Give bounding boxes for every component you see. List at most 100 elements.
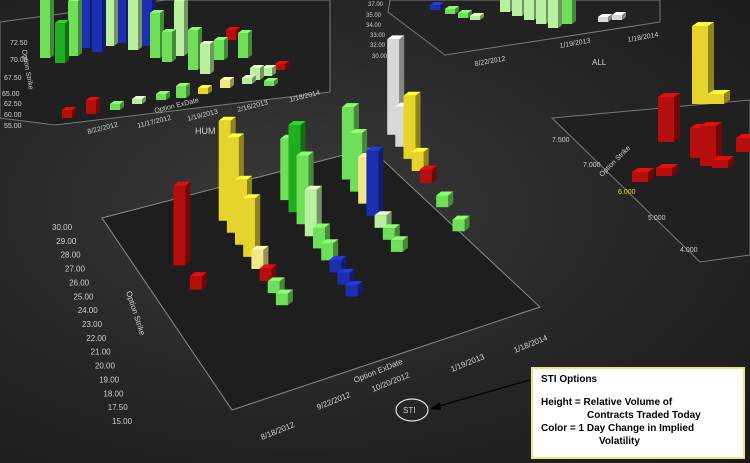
sti-y-tick: 28.00 <box>61 251 82 260</box>
right-bar <box>736 134 750 152</box>
sti-y-tick: 22.00 <box>86 334 107 343</box>
bar-front <box>548 0 558 28</box>
sti-y-tick: 23.00 <box>82 320 103 329</box>
bar-side <box>96 97 100 114</box>
bar-front <box>598 17 608 22</box>
bar-side <box>138 0 142 50</box>
hum-bar <box>62 107 76 118</box>
bar-side <box>78 0 82 56</box>
legend-height-line2: Contracts Traded Today <box>587 410 701 421</box>
right-y-tick: 4.000 <box>680 247 698 254</box>
bar-front <box>321 243 334 261</box>
bar-front <box>419 169 432 183</box>
all-y-tick: 32.00 <box>370 43 386 49</box>
bar-side <box>558 0 562 28</box>
sti-bar <box>390 236 408 252</box>
sti-y-tick: 15.00 <box>112 417 133 426</box>
bar-side <box>184 0 188 56</box>
all-x-tick: 8/22/2012 <box>474 56 506 68</box>
bar-front <box>445 9 455 14</box>
all-y-tick: 33.00 <box>370 33 386 39</box>
bar-front <box>242 78 252 84</box>
sti-y-tick: 17.50 <box>108 403 129 412</box>
bar-front <box>632 172 648 182</box>
sti-bar <box>345 281 363 297</box>
bar-front <box>692 26 708 104</box>
bar-front <box>156 94 166 100</box>
sti-x-tick: 9/22/2012 <box>315 390 352 412</box>
bar-front <box>86 100 96 114</box>
bar-front <box>382 228 395 240</box>
all-bar <box>548 0 562 28</box>
hum-bar <box>40 0 54 58</box>
bar-front <box>436 195 449 208</box>
right-bar <box>658 93 680 142</box>
bar-front <box>238 33 248 58</box>
bar-front <box>220 80 230 88</box>
bar-side <box>185 181 191 266</box>
all-label: ALL <box>592 58 607 67</box>
sti-y-tick: 21.00 <box>91 348 112 357</box>
bar-front <box>374 215 387 228</box>
sti-bar <box>436 191 454 208</box>
sti-y-axis: 30.00 29.00 28.00 27.00 26.00 25.00 24.00 23.00… <box>52 223 133 426</box>
bar-side <box>50 0 54 58</box>
bar-front <box>736 138 750 152</box>
sti-x-tick: 1/18/2014 <box>512 333 549 355</box>
bar-front <box>366 150 379 216</box>
bar-front <box>173 185 186 266</box>
bar-side <box>172 29 176 62</box>
bar-front <box>275 64 285 70</box>
hum-bar <box>174 0 188 56</box>
right-bar <box>692 22 714 104</box>
right-chart: 7.500 7.000 6.000 5.000 4.000 Option Str… <box>550 22 750 263</box>
bar-front <box>337 272 350 285</box>
all-bar <box>562 0 576 24</box>
hum-bar <box>128 0 142 50</box>
hum-label: HUM <box>195 126 216 136</box>
bar-front <box>267 281 280 294</box>
sti-y-tick: 24.00 <box>78 306 99 315</box>
hum-bar <box>176 83 190 98</box>
bar-front <box>62 110 72 118</box>
all-chart: 37.00 35.00 34.00 33.00 32.00 30.00 8/22… <box>366 0 661 68</box>
annotation-arrowhead <box>430 402 441 410</box>
all-y-tick: 37.00 <box>368 2 384 8</box>
bar-front <box>390 240 403 252</box>
bar-front <box>452 219 465 232</box>
sti-label: STI <box>403 406 415 415</box>
all-y-tick: 35.00 <box>366 13 382 19</box>
bar-front <box>345 285 358 297</box>
hum-bar <box>150 10 164 58</box>
hum-y-tick: 55.00 <box>4 123 22 130</box>
sti-bar <box>275 289 293 306</box>
all-bar <box>500 0 514 12</box>
hum-y-tick: 67.50 <box>4 75 22 82</box>
all-x-tick: 1/18/2014 <box>627 32 659 44</box>
sti-y-tick: 18.00 <box>103 389 124 398</box>
hum-bar <box>162 29 176 62</box>
bar-front <box>708 94 724 104</box>
bar-front <box>132 99 142 104</box>
sti-y-tick: 25.00 <box>73 292 94 301</box>
bar-front <box>68 1 78 56</box>
all-bar <box>536 0 550 24</box>
hum-bar <box>68 0 82 56</box>
hum-bar <box>86 97 100 114</box>
bar-side <box>114 0 118 46</box>
hum-bar <box>220 77 234 88</box>
sti-bar <box>189 272 207 290</box>
legend-box: STI Options Height = Relative Volume of … <box>531 367 745 459</box>
bar-front <box>430 5 440 10</box>
sti-x-tick: 8/18/2012 <box>259 420 296 442</box>
right-bar <box>708 90 730 104</box>
bar-side <box>65 20 69 63</box>
bar-front <box>512 0 522 16</box>
hum-bar <box>226 27 240 40</box>
sti-bar <box>173 181 191 266</box>
bar-front <box>150 13 160 58</box>
sti-bar <box>452 215 470 232</box>
sti-y-tick: 26.00 <box>69 278 90 287</box>
hum-bar <box>188 27 202 70</box>
hum-chart: 72.50 70.00 67.50 65.00 62.50 60.00 55.0… <box>0 0 331 136</box>
